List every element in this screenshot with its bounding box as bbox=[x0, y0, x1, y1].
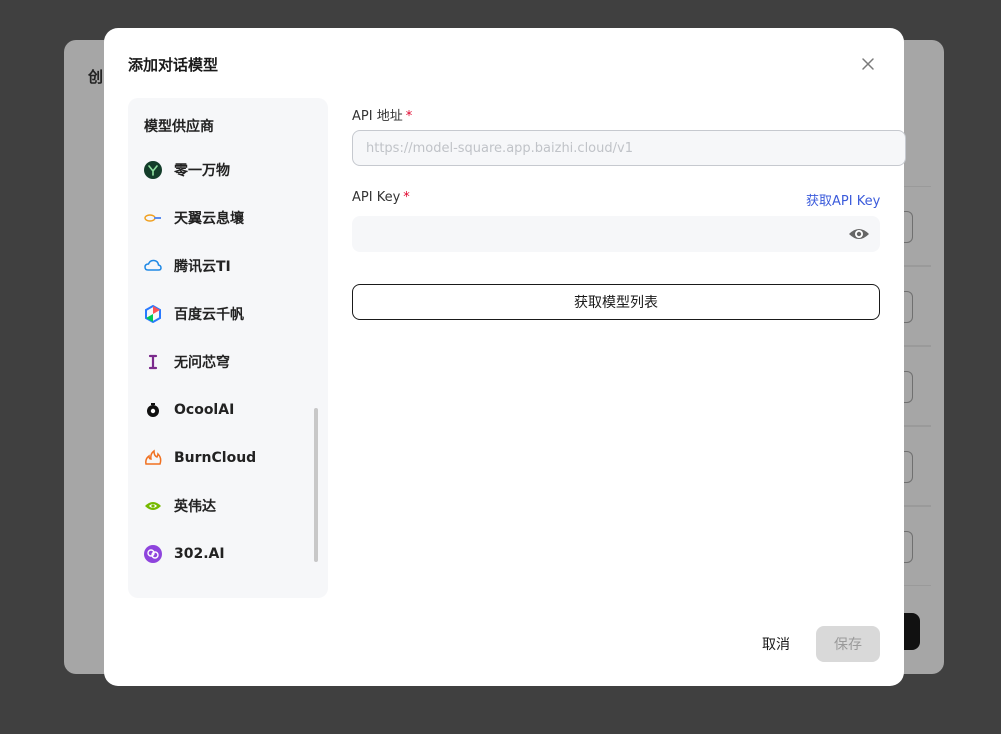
close-icon[interactable] bbox=[858, 54, 878, 74]
nvidia-logo-icon bbox=[144, 497, 162, 515]
provider-label: 天翼云息壤 bbox=[174, 211, 244, 227]
background-page-title: 创 bbox=[88, 68, 104, 86]
ocoolai-logo-icon bbox=[144, 401, 162, 419]
provider-label: OcoolAI bbox=[174, 402, 235, 418]
get-api-key-link[interactable]: 获取API Key bbox=[806, 190, 880, 209]
provider-item-burncloud[interactable]: BurnCloud bbox=[144, 440, 314, 476]
provider-label: 零一万物 bbox=[174, 163, 230, 179]
302ai-logo-icon bbox=[144, 545, 162, 563]
tianyi-logo-icon bbox=[144, 209, 162, 227]
required-mark: * bbox=[403, 190, 410, 205]
provider-item-lingyiwanwu[interactable]: 零一万物 bbox=[144, 152, 314, 188]
api-url-label: API 地址 * bbox=[352, 109, 413, 124]
provider-label: 无问芯穹 bbox=[174, 355, 230, 371]
provider-list-scrollbar[interactable] bbox=[314, 408, 318, 562]
api-key-field bbox=[352, 216, 880, 252]
add-chat-model-dialog: 添加对话模型 模型供应商 零一万物 天翼云息壤 腾讯云TI 百度云千帆 无问芯穹… bbox=[104, 28, 906, 686]
tencent-cloud-icon bbox=[144, 257, 162, 275]
baidu-qianfan-icon bbox=[144, 305, 162, 323]
provider-label: 302.AI bbox=[174, 546, 225, 562]
api-key-input[interactable] bbox=[352, 216, 848, 252]
provider-item-nvidia[interactable]: 英伟达 bbox=[144, 488, 314, 524]
api-key-label: API Key * bbox=[352, 190, 410, 205]
provider-label: 腾讯云TI bbox=[174, 259, 231, 275]
provider-list[interactable]: 模型供应商 零一万物 天翼云息壤 腾讯云TI 百度云千帆 无问芯穹 OcoolA… bbox=[128, 98, 328, 598]
dialog-title: 添加对话模型 bbox=[128, 56, 219, 74]
provider-item-ocoolai[interactable]: OcoolAI bbox=[144, 392, 314, 428]
provider-label: 英伟达 bbox=[174, 499, 216, 515]
burncloud-flame-icon bbox=[144, 449, 162, 467]
provider-label: BurnCloud bbox=[174, 450, 257, 466]
infini-logo-icon bbox=[144, 353, 162, 371]
fetch-model-list-button[interactable]: 获取模型列表 bbox=[352, 284, 880, 320]
provider-item-302ai[interactable]: 302.AI bbox=[144, 536, 314, 572]
provider-item-tencent-ti[interactable]: 腾讯云TI bbox=[144, 248, 314, 284]
save-button[interactable]: 保存 bbox=[816, 626, 880, 662]
provider-item-baidu-qianfan[interactable]: 百度云千帆 bbox=[144, 296, 314, 332]
yi-logo-icon bbox=[144, 161, 162, 179]
eye-icon[interactable] bbox=[848, 224, 870, 244]
required-mark: * bbox=[405, 109, 413, 124]
api-url-input[interactable] bbox=[352, 130, 906, 166]
provider-item-tianyi[interactable]: 天翼云息壤 bbox=[144, 200, 314, 236]
cancel-button[interactable]: 取消 bbox=[750, 626, 802, 662]
provider-item-infini[interactable]: 无问芯穹 bbox=[144, 344, 314, 380]
provider-list-heading: 模型供应商 bbox=[144, 119, 214, 135]
provider-label: 百度云千帆 bbox=[174, 307, 244, 323]
